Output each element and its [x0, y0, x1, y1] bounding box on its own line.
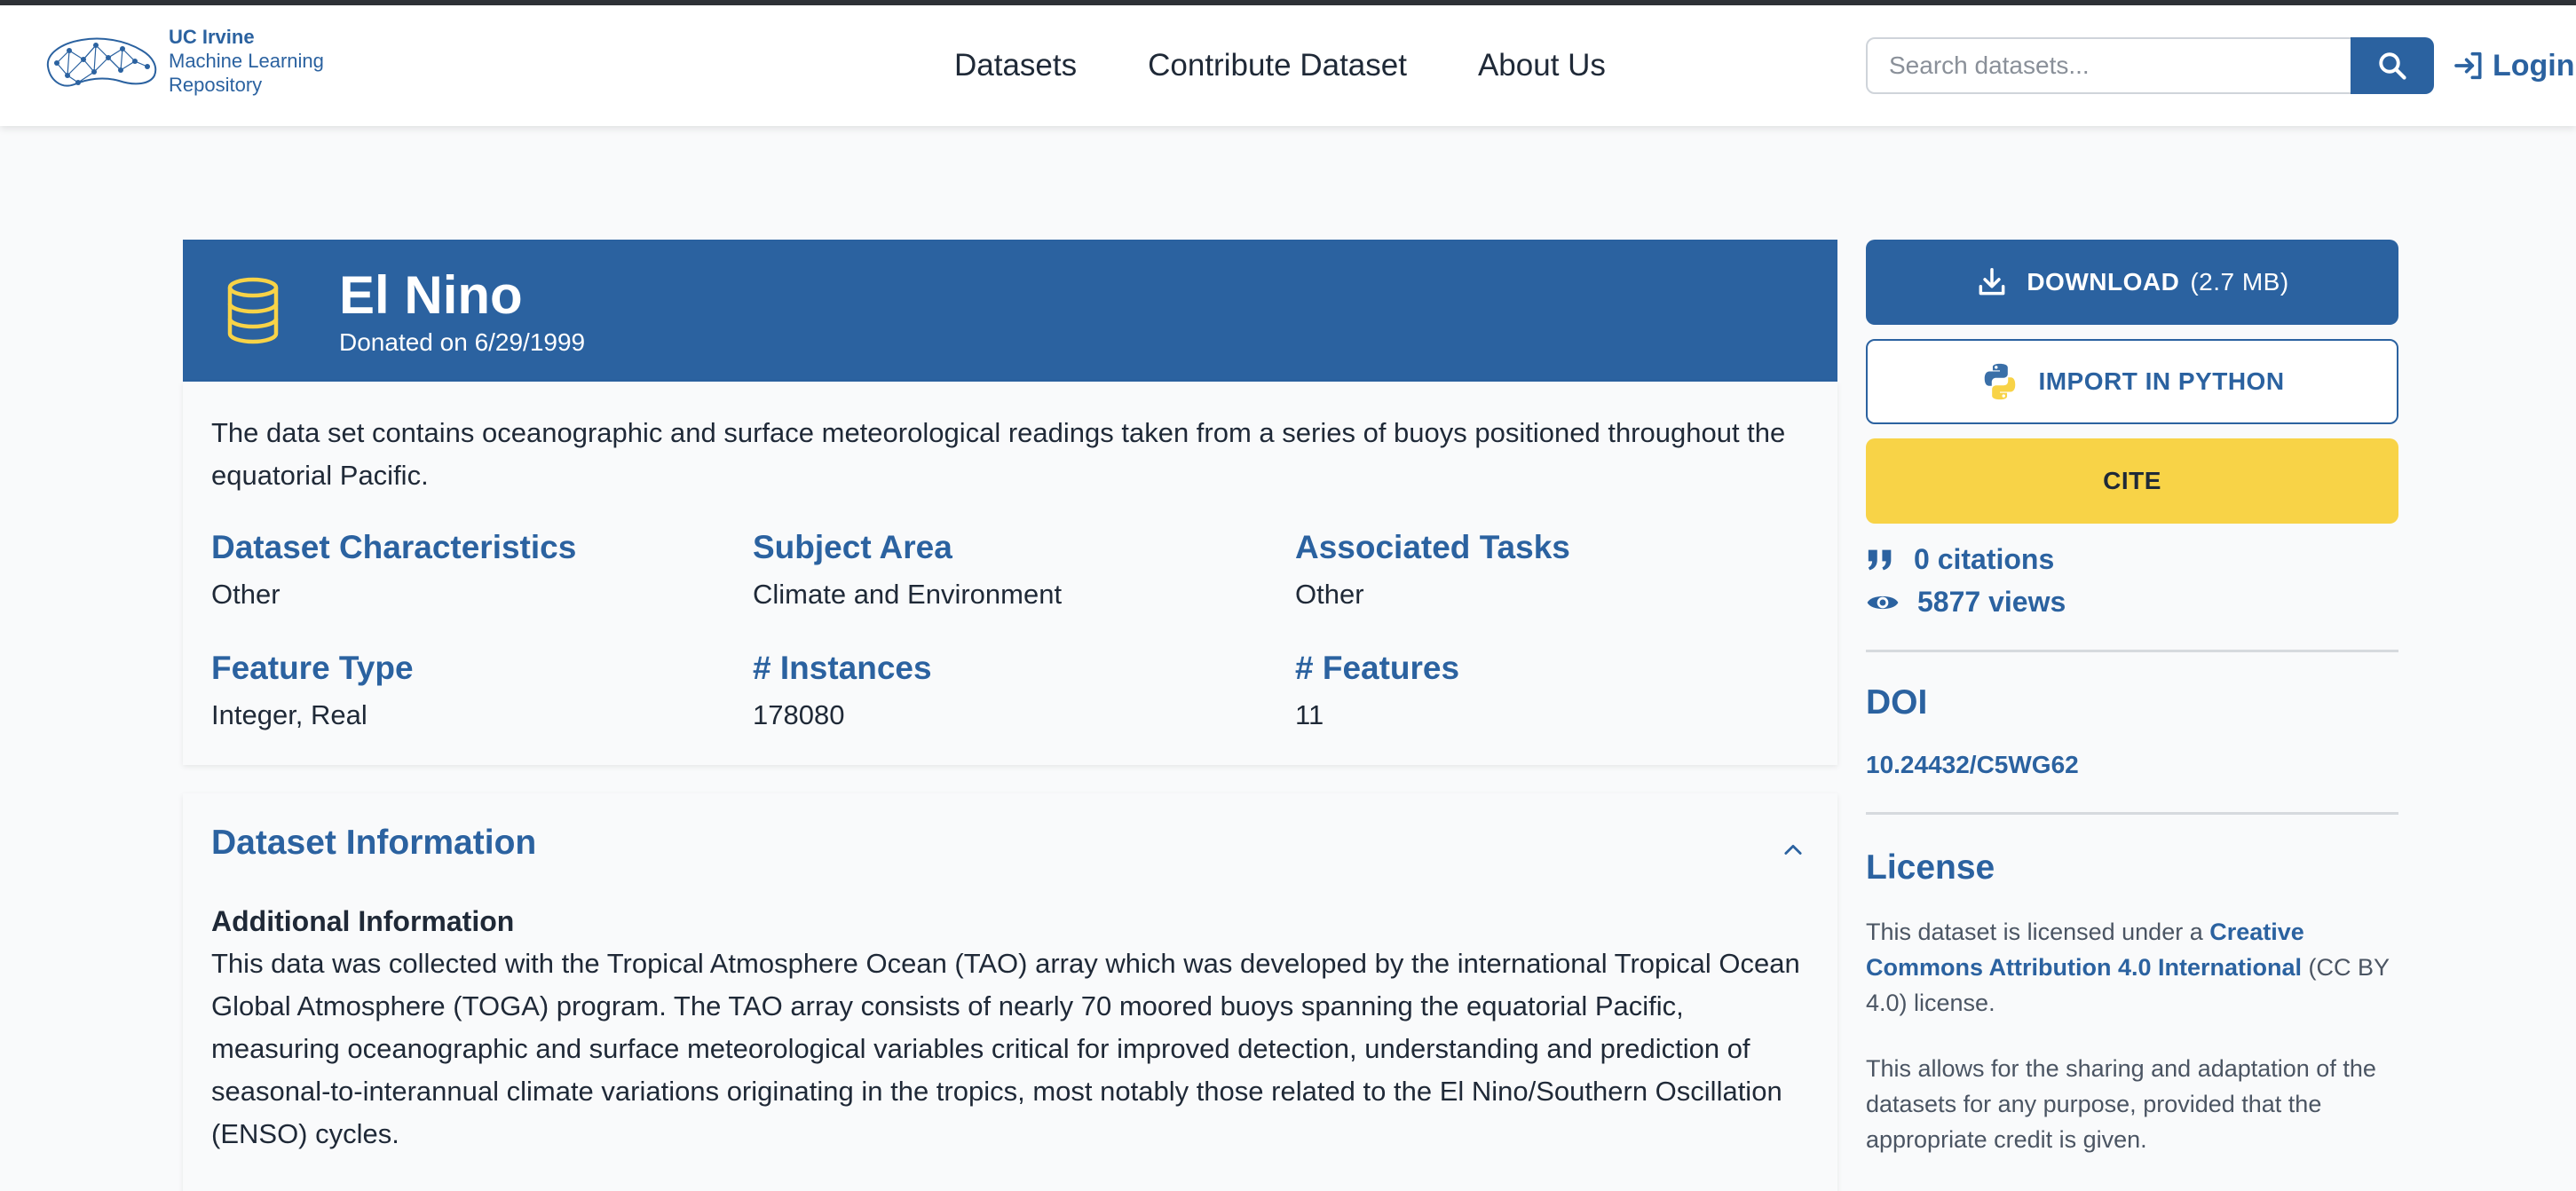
meta-label: Feature Type	[211, 650, 414, 686]
meta-label: Dataset Characteristics	[211, 529, 577, 565]
login-icon	[2454, 51, 2482, 80]
cite-label: CITE	[2103, 467, 2161, 494]
main-nav: Datasets Contribute Dataset About Us	[954, 48, 1677, 83]
doi-heading: DOI	[1866, 683, 1928, 722]
download-icon	[1979, 268, 2005, 296]
divider	[1866, 812, 2398, 815]
download-size: (2.7 MB)	[2190, 268, 2289, 296]
search-input[interactable]	[1866, 37, 2352, 94]
dataset-summary-card: The data set contains oceanographic and …	[183, 382, 1837, 765]
license-text: This dataset is licensed under a Creativ…	[1866, 914, 2398, 1021]
search-icon	[2379, 52, 2406, 80]
repository-logo-icon	[46, 37, 157, 86]
meta-dataset-characteristics: Dataset Characteristics Other	[211, 529, 576, 611]
dataset-information-heading[interactable]: Dataset Information	[211, 824, 536, 863]
download-button[interactable]: DOWNLOAD (2.7 MB)	[1866, 240, 2398, 325]
meta-value: 178080	[753, 699, 845, 730]
meta-associated-tasks: Associated Tasks Other	[1295, 529, 1570, 611]
database-icon	[227, 277, 279, 344]
cite-button[interactable]: CITE	[1866, 438, 2398, 524]
quote-icon	[1868, 549, 1892, 570]
additional-information-text: This data was collected with the Tropica…	[211, 948, 1800, 1149]
nav-about-us[interactable]: About Us	[1478, 48, 1606, 83]
nav-contribute-dataset[interactable]: Contribute Dataset	[1148, 48, 1407, 83]
meta-value: 11	[1295, 699, 1324, 730]
logo-line-2: Machine Learning	[169, 50, 324, 72]
doi-link[interactable]: 10.24432/C5WG62	[1866, 751, 2079, 779]
license-heading: License	[1866, 848, 1995, 887]
top-navbar: UC Irvine Machine Learning Repository Da…	[0, 5, 2576, 126]
meta-instances: # Instances 178080	[753, 650, 932, 731]
site-logo[interactable]: UC Irvine Machine Learning Repository	[43, 25, 324, 97]
divider	[1866, 650, 2398, 652]
login-link[interactable]: Login	[2452, 48, 2575, 83]
citations-label: 0 citations	[1914, 543, 2055, 575]
chevron-up-icon[interactable]	[1781, 838, 1806, 863]
views-label: 5877 views	[1917, 586, 2066, 618]
views-count: 5877 views	[1866, 586, 2066, 619]
license-sharing-text: This allows for the sharing and adaptati…	[1866, 1055, 2376, 1153]
meta-value: Climate and Environment	[753, 579, 1063, 610]
dataset-donated-date: Donated on 6/29/1999	[339, 328, 586, 356]
meta-label: Subject Area	[753, 529, 952, 565]
eye-icon	[1867, 596, 1899, 609]
license-text-before: This dataset is licensed under a	[1866, 919, 2210, 945]
meta-feature-type: Feature Type Integer, Real	[211, 650, 414, 731]
logo-line-3: Repository	[169, 74, 263, 96]
search-button[interactable]	[2351, 37, 2434, 94]
dataset-information-card: Dataset Information Additional Informati…	[183, 793, 1837, 1191]
dataset-title: El Nino	[339, 265, 523, 325]
dataset-header: El Nino Donated on 6/29/1999	[183, 240, 1837, 382]
logo-line-1: UC Irvine	[169, 26, 255, 48]
meta-value: Other	[1295, 579, 1364, 610]
meta-subject-area: Subject Area Climate and Environment	[753, 529, 1062, 611]
python-icon	[1985, 363, 2016, 400]
citations-count[interactable]: 0 citations	[1866, 543, 2054, 576]
import-in-python-label: IMPORT IN PYTHON	[2038, 367, 2285, 395]
nav-datasets[interactable]: Datasets	[954, 48, 1077, 83]
meta-label: Associated Tasks	[1295, 529, 1570, 565]
additional-information-heading: Additional Information	[211, 905, 515, 937]
import-in-python-button[interactable]: IMPORT IN PYTHON	[1866, 339, 2398, 424]
login-label: Login	[2493, 48, 2575, 83]
meta-label: # Instances	[753, 650, 932, 686]
download-label: DOWNLOAD	[2027, 268, 2180, 296]
dataset-abstract: The data set contains oceanographic and …	[211, 417, 1786, 491]
meta-label: # Features	[1295, 650, 1460, 686]
meta-value: Integer, Real	[211, 699, 367, 730]
meta-features: # Features 11	[1295, 650, 1459, 731]
meta-value: Other	[211, 579, 281, 610]
